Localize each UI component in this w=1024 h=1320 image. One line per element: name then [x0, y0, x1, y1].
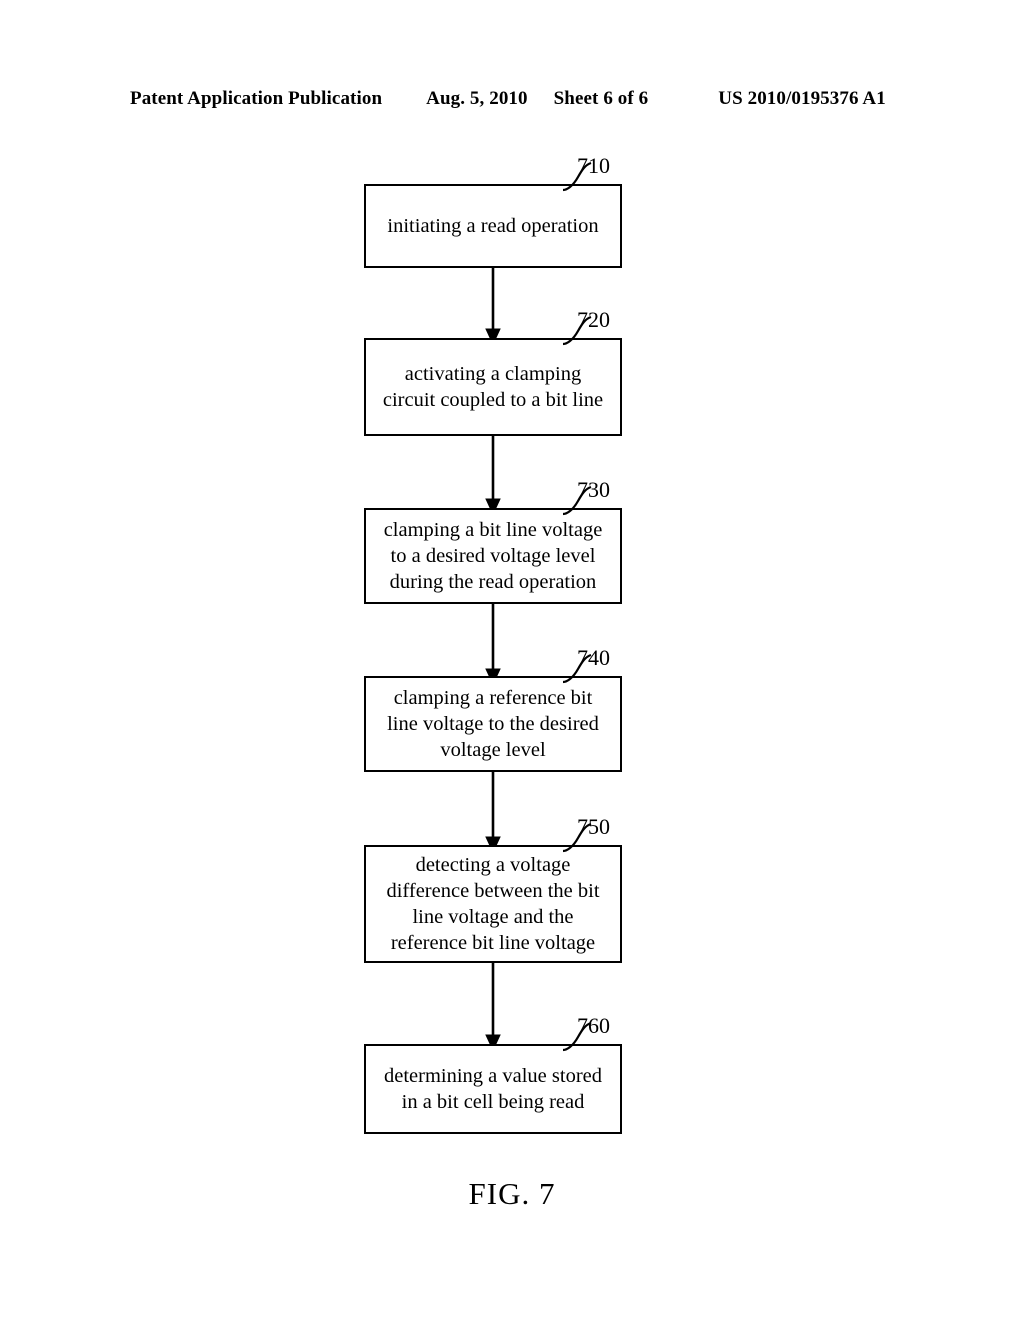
flow-step-750-label: detecting a voltage difference between t…: [386, 854, 600, 954]
flow-step-760[interactable]: determining a value stored in a bit cell…: [364, 1044, 622, 1134]
flow-ref-710: 710: [577, 153, 610, 178]
flow-ref-750: 750: [577, 814, 610, 839]
flow-step-760-label: determining a value stored in a bit cell…: [383, 1065, 603, 1113]
flow-ref-730: 730: [577, 477, 610, 502]
flow-step-750[interactable]: detecting a voltage difference between t…: [364, 845, 622, 963]
flow-ref-740: 740: [577, 645, 610, 670]
figure-caption: FIG. 7: [468, 1176, 556, 1211]
flow-step-740[interactable]: clamping a reference bit line voltage to…: [364, 676, 622, 772]
flow-step-740-label: clamping a reference bit line voltage to…: [387, 687, 599, 761]
flow-step-710[interactable]: initiating a read operation: [364, 184, 622, 268]
flow-ref-720: 720: [577, 307, 610, 332]
flow-step-730-label: clamping a bit line voltage to a desired…: [383, 519, 603, 593]
patent-drawing-sheet: Patent Application Publication Aug. 5, 2…: [0, 0, 1024, 1320]
flow-step-710-label: initiating a read operation: [387, 215, 599, 237]
flow-step-720[interactable]: activating a clamping circuit coupled to…: [364, 338, 622, 436]
flow-ref-760: 760: [577, 1013, 610, 1038]
flowchart: initiating a read operation 710 activati…: [0, 0, 1024, 1320]
flow-step-730[interactable]: clamping a bit line voltage to a desired…: [364, 508, 622, 604]
flow-step-720-label: activating a clamping circuit coupled to…: [382, 363, 604, 411]
